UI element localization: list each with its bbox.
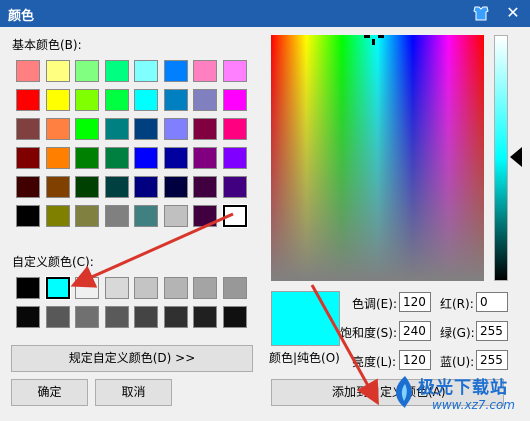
- custom-color-swatch[interactable]: [16, 306, 40, 328]
- custom-color-swatch[interactable]: [222, 277, 247, 299]
- custom-color-swatch[interactable]: [75, 306, 99, 328]
- custom-color-swatch[interactable]: [163, 277, 188, 299]
- close-button[interactable]: ✕: [502, 3, 524, 23]
- basic-color-swatch[interactable]: [222, 60, 247, 82]
- basic-color-swatch[interactable]: [221, 204, 248, 228]
- basic-color-swatch[interactable]: [134, 60, 158, 82]
- red-field[interactable]: 0: [476, 292, 508, 312]
- basic-color-swatch[interactable]: [104, 89, 129, 111]
- basic-color-swatch[interactable]: [134, 89, 158, 111]
- basic-color-swatch[interactable]: [222, 118, 247, 140]
- basic-color-swatch[interactable]: [45, 89, 70, 111]
- watermark-title: 极光下载站: [418, 378, 508, 398]
- preview-label: 颜色|纯色(O): [269, 351, 340, 365]
- basic-color-swatch[interactable]: [222, 176, 247, 198]
- window-title: 颜色: [8, 9, 35, 24]
- custom-color-swatch[interactable]: [104, 306, 129, 328]
- basic-color-swatch[interactable]: [163, 60, 188, 82]
- color-dialog: 颜色 ✕ 基本颜色(B): 自定义颜色(C): 规定自定义颜色(D) >> 确定…: [0, 0, 530, 421]
- cancel-button[interactable]: 取消: [95, 379, 172, 406]
- basic-color-swatch[interactable]: [45, 60, 70, 82]
- green-field[interactable]: 255: [476, 321, 508, 341]
- blue-label: 蓝(U):: [440, 355, 475, 369]
- basic-color-swatch[interactable]: [222, 89, 247, 111]
- luminance-bar[interactable]: [494, 35, 508, 281]
- basic-color-swatch[interactable]: [45, 176, 70, 198]
- saturation-label: 饱和度(S):: [340, 326, 398, 340]
- basic-color-swatch[interactable]: [45, 205, 70, 227]
- color-preview: [271, 291, 340, 346]
- basic-color-swatch[interactable]: [134, 118, 158, 140]
- custom-color-swatch[interactable]: [16, 277, 40, 299]
- hue-label: 色调(E):: [352, 297, 397, 311]
- ok-button[interactable]: 确定: [11, 379, 88, 406]
- basic-color-swatch[interactable]: [45, 118, 70, 140]
- basic-color-swatch[interactable]: [104, 176, 129, 198]
- basic-color-swatch[interactable]: [16, 118, 40, 140]
- custom-color-swatch[interactable]: [44, 276, 71, 300]
- basic-color-swatch[interactable]: [222, 147, 247, 169]
- custom-color-swatch[interactable]: [75, 277, 99, 299]
- basic-color-swatch[interactable]: [16, 147, 40, 169]
- basic-color-swatch[interactable]: [75, 176, 99, 198]
- define-custom-colors-button[interactable]: 规定自定义颜色(D) >>: [11, 345, 253, 372]
- custom-colors-label: 自定义颜色(C):: [12, 255, 94, 269]
- custom-color-swatch[interactable]: [104, 277, 129, 299]
- basic-color-swatch[interactable]: [163, 118, 188, 140]
- basic-color-swatch[interactable]: [193, 89, 217, 111]
- basic-color-swatch[interactable]: [193, 205, 217, 227]
- custom-color-swatch[interactable]: [222, 306, 247, 328]
- custom-color-swatch[interactable]: [193, 277, 217, 299]
- luminance-label: 亮度(L):: [352, 355, 397, 369]
- basic-color-swatch[interactable]: [75, 118, 99, 140]
- watermark-url: www.xz7.com: [432, 398, 515, 412]
- color-spectrum[interactable]: [271, 35, 484, 281]
- basic-color-swatch[interactable]: [104, 147, 129, 169]
- help-icon[interactable]: [471, 4, 491, 22]
- basic-colors-label: 基本颜色(B):: [12, 38, 82, 52]
- crosshair-icon: [364, 35, 384, 45]
- basic-color-swatch[interactable]: [16, 60, 40, 82]
- basic-color-swatch[interactable]: [134, 147, 158, 169]
- title-bar: 颜色 ✕: [0, 0, 530, 27]
- basic-color-swatch[interactable]: [104, 60, 129, 82]
- basic-color-swatch[interactable]: [163, 205, 188, 227]
- custom-color-swatch[interactable]: [134, 306, 158, 328]
- custom-color-swatch[interactable]: [163, 306, 188, 328]
- watermark-logo-icon: [396, 376, 412, 408]
- basic-color-swatch[interactable]: [75, 147, 99, 169]
- basic-color-swatch[interactable]: [75, 205, 99, 227]
- basic-color-swatch[interactable]: [134, 176, 158, 198]
- hue-field[interactable]: 120: [399, 292, 431, 312]
- custom-color-swatch[interactable]: [45, 306, 70, 328]
- blue-field[interactable]: 255: [476, 350, 508, 370]
- basic-color-swatch[interactable]: [163, 176, 188, 198]
- basic-color-swatch[interactable]: [75, 89, 99, 111]
- basic-color-swatch[interactable]: [45, 147, 70, 169]
- basic-color-swatch[interactable]: [193, 118, 217, 140]
- basic-color-swatch[interactable]: [16, 89, 40, 111]
- basic-color-swatch[interactable]: [193, 147, 217, 169]
- basic-color-swatch[interactable]: [193, 60, 217, 82]
- green-label: 绿(G):: [440, 326, 475, 340]
- basic-color-swatch[interactable]: [104, 118, 129, 140]
- basic-color-swatch[interactable]: [163, 89, 188, 111]
- custom-color-swatch[interactable]: [134, 277, 158, 299]
- basic-color-swatch[interactable]: [163, 147, 188, 169]
- saturation-field[interactable]: 240: [399, 321, 431, 341]
- basic-color-swatch[interactable]: [134, 205, 158, 227]
- basic-color-swatch[interactable]: [16, 176, 40, 198]
- basic-color-swatch[interactable]: [104, 205, 129, 227]
- basic-color-swatch[interactable]: [193, 176, 217, 198]
- luminance-field[interactable]: 120: [399, 350, 431, 370]
- luminance-slider-arrow-icon[interactable]: [510, 147, 522, 167]
- custom-color-swatch[interactable]: [193, 306, 217, 328]
- basic-color-swatch[interactable]: [75, 60, 99, 82]
- basic-color-swatch[interactable]: [16, 205, 40, 227]
- red-label: 红(R):: [440, 297, 474, 311]
